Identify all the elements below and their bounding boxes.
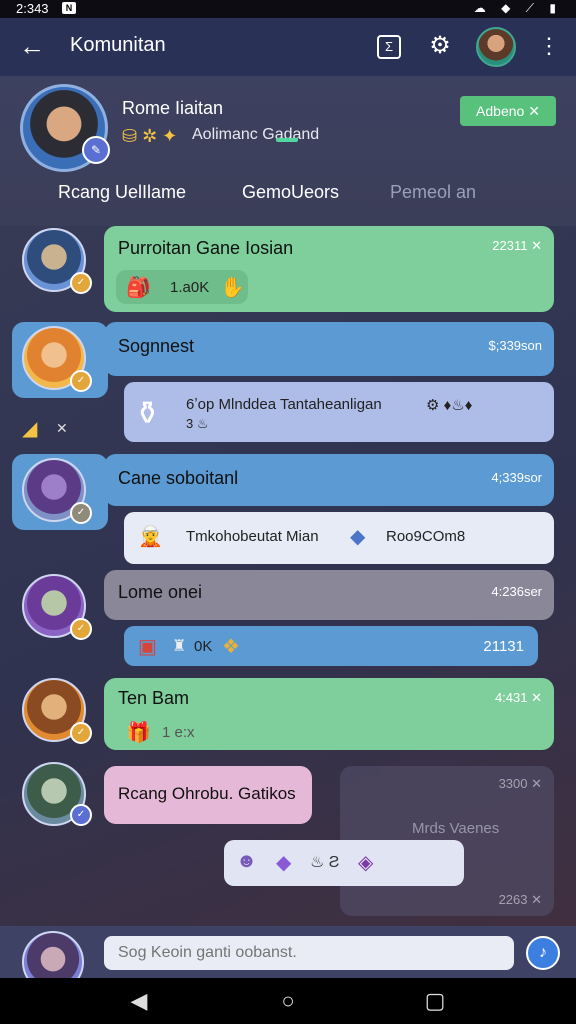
status-time: 2:343 xyxy=(16,1,49,16)
reaction-chip[interactable]: 🎒 1.a0K ✋ xyxy=(116,270,248,304)
panel-time-2: 2263 ✕ xyxy=(498,892,542,907)
reaction-icons: ⚙ ♦♨♦ xyxy=(426,397,473,414)
item-icon: ♨ Ƨ xyxy=(310,854,340,871)
message-title: Sognnest xyxy=(118,336,195,356)
message-time: 4;339sor xyxy=(491,470,542,485)
hand-icon: ✋ xyxy=(220,277,245,299)
tab-bar: Rcang UelIlame GemoUeors Pemeol an xyxy=(0,172,576,212)
item-icon: 🧝 xyxy=(138,526,163,548)
message-time: 4:431 ✕ xyxy=(494,690,542,705)
timer-icon[interactable]: Σ xyxy=(377,35,401,59)
message-bubble[interactable]: Sognnest $;339son xyxy=(104,322,554,376)
chip-value: 1 e:x xyxy=(162,724,195,741)
status-icons: ☁ ◆ ⟋ ▮ xyxy=(473,1,562,15)
message-title: Cane soboitanl xyxy=(118,468,239,488)
gift-icon: 🎁 xyxy=(126,722,151,744)
message-bubble[interactable]: Purroitan Gane Iosian 22311 ✕ 🎒 1.a0K ✋ xyxy=(104,226,554,312)
badge-icon: ✓ xyxy=(70,370,92,392)
chip-time: 21131 xyxy=(483,638,524,655)
avatar[interactable] xyxy=(476,27,516,67)
notification-icon: N xyxy=(62,2,76,14)
message-time: $;339son xyxy=(488,338,543,353)
add-button[interactable]: Adbeno ✕ xyxy=(460,96,556,126)
home-icon[interactable]: ○ xyxy=(273,986,303,1016)
item-icon: ◢ xyxy=(22,418,38,440)
badge-icon: ✓ xyxy=(70,804,92,826)
mic-icon[interactable]: ♪ xyxy=(526,936,560,970)
panel-label: Mrds Vaenes xyxy=(412,820,500,837)
level-badge-icon: ✎ xyxy=(82,136,110,164)
item-icon: ⚱ xyxy=(134,395,161,431)
profile-badges-icon: ⛁ ✲ ✦ xyxy=(122,126,178,146)
item-icon: ☻ xyxy=(236,850,258,872)
tab-1[interactable]: Rcang UelIlame xyxy=(58,182,186,203)
message-time: 22311 ✕ xyxy=(492,238,542,253)
system-nav-bar: ◀ ○ ▢ xyxy=(0,978,576,1024)
message-attachment[interactable]: ⚱ 6ʼop Mlnddea Tantaheanligan 3 ♨ ⚙ ♦♨♦ xyxy=(124,382,554,442)
message-title: Ten Bam xyxy=(118,688,190,708)
chip-value: Tmkohobeutat Mian xyxy=(186,528,319,545)
item-icon: ◆ xyxy=(350,526,366,548)
badge-icon: ✓ xyxy=(70,502,92,524)
panel-time: 3300 ✕ xyxy=(498,776,542,791)
tab-indicator xyxy=(276,138,298,142)
chip-value-2: 3 ♨ xyxy=(186,416,209,431)
tab-2[interactable]: GemoUeors xyxy=(242,182,339,203)
message-attachment[interactable]: ☻ ◆ ♨ Ƨ ◈ xyxy=(224,840,464,886)
message-title: Lome onei xyxy=(118,582,203,602)
message-bubble[interactable]: Rcang Ohrobu. Gatikos xyxy=(104,766,312,824)
chip-value: 0K xyxy=(194,638,213,655)
back-icon[interactable]: ◀ xyxy=(124,986,154,1016)
item-icon: ◈ xyxy=(358,852,374,874)
message-title: Rcang Ohrobu. Gatikos xyxy=(118,784,296,803)
gear-icon[interactable]: ⚙ xyxy=(426,32,454,60)
badge-icon: ✓ xyxy=(70,722,92,744)
item-icon: 🎒 xyxy=(126,277,151,299)
back-arrow-icon[interactable]: ← xyxy=(18,32,46,60)
profile-subtitle: Aolimanc Gadand xyxy=(192,126,320,143)
badge-icon: ✓ xyxy=(70,618,92,640)
item-icon: ▣ xyxy=(138,636,157,658)
message-attachment[interactable]: 🧝 Tmkohobeutat Mian ◆ Roo9COm8 xyxy=(124,512,554,564)
message-input[interactable] xyxy=(104,936,514,970)
message-title: Purroitan Gane Iosian xyxy=(118,238,294,258)
message-composer: ♪ xyxy=(0,926,576,993)
badge-icon: ✓ xyxy=(70,272,92,294)
chip-value: 6ʼop Mlnddea Tantaheanligan xyxy=(186,396,382,413)
message-attachment[interactable]: ▣ ♜ 0K ❖ 21131 xyxy=(124,626,538,666)
more-vert-icon[interactable]: ⋮ xyxy=(538,32,560,60)
message-bubble[interactable]: Ten Bam 4:431 ✕ 🎁 1 e:x xyxy=(104,678,554,750)
profile-name: Rome Iiaitan xyxy=(122,98,224,118)
message-list[interactable]: ✓ Purroitan Gane Iosian 22311 ✕ 🎒 1.a0K … xyxy=(0,226,576,926)
item-icon: ♜ xyxy=(172,638,187,655)
message-time: 4:236ser xyxy=(491,584,542,599)
chip-value-2: Roo9COm8 xyxy=(386,528,466,545)
message-bubble[interactable]: Lome onei 4:236ser xyxy=(104,570,554,620)
page-title: Komunitan xyxy=(70,34,166,56)
app-bar: ← Komunitan Σ ⚙ ⋮ xyxy=(0,18,576,76)
recents-icon[interactable]: ▢ xyxy=(420,986,450,1016)
status-bar: 2:343 N ☁ ◆ ⟋ ▮ xyxy=(0,0,576,18)
message-bubble[interactable]: Cane soboitanl 4;339sor xyxy=(104,454,554,506)
item-icon: ◆ xyxy=(276,852,292,874)
chip-value: 1.a0K xyxy=(170,279,210,296)
close-icon[interactable]: ✕ xyxy=(56,420,68,437)
tab-3[interactable]: Pemeol an xyxy=(390,182,476,203)
profile-header: ✎ Rome Iiaitan ⛁ ✲ ✦ Aolimanc Gadand Adb… xyxy=(0,76,576,226)
item-icon: ❖ xyxy=(222,636,240,658)
